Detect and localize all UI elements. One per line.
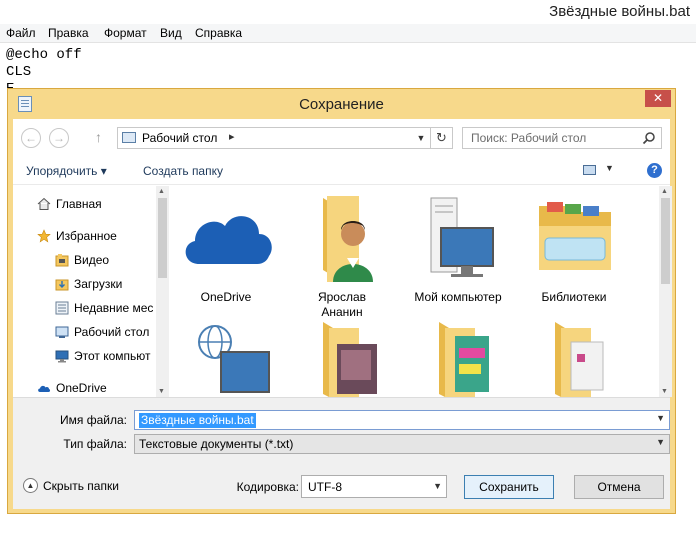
- encoding-select[interactable]: UTF-8 ▼: [301, 475, 447, 498]
- file-list-scrollbar[interactable]: ▲ ▼: [659, 186, 672, 397]
- address-row: ← → ↑ Рабочий стол ▸ ▼ ↻: [13, 119, 670, 157]
- view-options-icon[interactable]: [583, 165, 596, 175]
- file-item-documents-folder[interactable]: [519, 314, 629, 397]
- chevron-up-icon: ▲: [23, 478, 38, 493]
- save-button[interactable]: Сохранить: [464, 475, 554, 499]
- file-item-onedrive[interactable]: OneDrive: [171, 186, 281, 304]
- organize-button[interactable]: Упорядочить ▾: [26, 164, 107, 178]
- menu-view[interactable]: Вид: [160, 26, 182, 40]
- nav-item-label: Рабочий стол: [74, 325, 150, 339]
- address-bar[interactable]: Рабочий стол ▸ ▼: [117, 127, 431, 149]
- menu-file[interactable]: Файл: [6, 26, 36, 40]
- forward-button[interactable]: →: [49, 128, 69, 148]
- nav-item-label: OneDrive: [56, 381, 107, 395]
- onedrive-icon: [38, 385, 51, 392]
- scroll-up-arrow[interactable]: ▲: [661, 188, 668, 195]
- search-box[interactable]: [462, 127, 662, 149]
- user-folder-icon: [323, 196, 373, 282]
- notepad-menubar: Файл Правка Формат Вид Справка: [0, 24, 696, 43]
- chevron-down-icon[interactable]: ▼: [656, 437, 665, 447]
- downloads-folder-icon: [55, 279, 69, 291]
- filename-field[interactable]: Звёздные войны.bat ▼: [134, 410, 670, 430]
- computer-icon: [55, 350, 69, 363]
- filename-label: Имя файла:: [60, 413, 127, 427]
- editor-line: @echo off: [6, 47, 82, 63]
- nav-item-label: Главная: [56, 197, 102, 211]
- cancel-button[interactable]: Отмена: [574, 475, 664, 499]
- address-location[interactable]: Рабочий стол: [142, 131, 217, 145]
- nav-item-label: Видео: [74, 253, 110, 267]
- scroll-down-arrow[interactable]: ▼: [158, 388, 165, 395]
- file-item-label: Библиотеки: [541, 290, 607, 304]
- recent-places-icon: [55, 301, 69, 315]
- file-list: OneDrive Ярослав Ананин Мой компьютер Би…: [171, 186, 659, 397]
- filetype-select[interactable]: Текстовые документы (*.txt) ▼: [134, 434, 670, 454]
- chevron-down-icon[interactable]: ▼: [433, 481, 442, 491]
- nav-item-label: Загрузки: [74, 277, 123, 291]
- notepad-title: Звёздные войны.bat: [549, 3, 690, 20]
- photo-folder-icon: [323, 322, 377, 397]
- menu-format[interactable]: Формат: [104, 26, 147, 40]
- star-icon: [37, 229, 51, 243]
- network-icon: [198, 325, 270, 393]
- dialog-titlebar[interactable]: Сохранение ✕: [8, 89, 675, 119]
- filename-value[interactable]: Звёздные войны.bat: [139, 413, 256, 428]
- refresh-button[interactable]: ↻: [431, 127, 453, 149]
- hide-folders-label: Скрыть папки: [43, 479, 119, 493]
- desktop-icon: [55, 326, 69, 338]
- nav-item-label: Избранное: [56, 229, 117, 243]
- file-item-label: Мой компьютер: [414, 290, 502, 304]
- save-dialog: Сохранение ✕ ← → ↑ Рабочий стол ▸ ▼ ↻ По…: [7, 88, 676, 514]
- encoding-value: UTF-8: [308, 480, 342, 494]
- menu-edit[interactable]: Правка: [48, 26, 89, 40]
- onedrive-cloud-icon: [185, 216, 272, 264]
- file-item-user-folder[interactable]: Ярослав Ананин: [287, 186, 397, 319]
- nav-scroll-thumb[interactable]: [158, 198, 167, 278]
- command-bar: Упорядочить ▾ Создать папку ▼ ?: [13, 157, 670, 185]
- chevron-down-icon[interactable]: ▼: [605, 163, 614, 173]
- search-icon[interactable]: [642, 131, 656, 145]
- file-item-libraries[interactable]: Библиотеки: [519, 186, 629, 304]
- search-input[interactable]: [463, 128, 639, 148]
- file-item-label: OneDrive: [200, 290, 252, 304]
- chevron-down-icon[interactable]: ▼: [656, 413, 665, 423]
- notepad-titlebar: Звёздные войны.bat: [0, 0, 696, 24]
- nav-item-label: Этот компьют: [74, 349, 151, 363]
- chevron-right-icon[interactable]: ▸: [229, 130, 235, 143]
- libraries-icon: [539, 202, 611, 270]
- new-folder-button[interactable]: Создать папку: [143, 164, 223, 178]
- nav-scrollbar[interactable]: ▲ ▼: [156, 186, 169, 397]
- file-item-photo-folder[interactable]: [287, 314, 397, 397]
- home-icon: [37, 197, 51, 210]
- menu-help[interactable]: Справка: [195, 26, 242, 40]
- filetype-label: Тип файла:: [63, 437, 127, 451]
- scroll-down-arrow[interactable]: ▼: [661, 388, 668, 395]
- close-button[interactable]: ✕: [645, 90, 671, 107]
- documents-folder-icon: [555, 322, 604, 397]
- video-folder-icon: [55, 254, 69, 267]
- chevron-down-icon[interactable]: ▼: [412, 128, 430, 148]
- dialog-body: ← → ↑ Рабочий стол ▸ ▼ ↻ Упорядочить ▾ С…: [13, 119, 672, 509]
- file-item-my-computer[interactable]: Мой компьютер: [403, 186, 513, 304]
- nav-item-label: Недавние мес: [74, 301, 154, 315]
- file-list-scroll-thumb[interactable]: [661, 198, 670, 284]
- scroll-up-arrow[interactable]: ▲: [158, 188, 165, 195]
- file-item-colorful-folder[interactable]: [403, 314, 513, 397]
- save-form: Имя файла: Звёздные войны.bat ▼ Тип файл…: [13, 397, 670, 509]
- back-button[interactable]: ←: [21, 128, 41, 148]
- up-button[interactable]: ↑: [95, 129, 102, 145]
- desktop-location-icon: [122, 132, 136, 143]
- editor-line: CLS: [6, 64, 32, 80]
- file-item-network[interactable]: [171, 320, 281, 397]
- encoding-label: Кодировка:: [236, 480, 299, 494]
- dialog-title: Сохранение: [299, 96, 384, 113]
- colorful-folder-icon: [439, 322, 489, 397]
- my-computer-icon: [430, 197, 494, 277]
- filetype-value: Текстовые документы (*.txt): [139, 437, 294, 451]
- help-icon[interactable]: ?: [647, 163, 662, 178]
- navigation-pane: Главная Избранное Видео Загрузки Недавни…: [13, 186, 163, 397]
